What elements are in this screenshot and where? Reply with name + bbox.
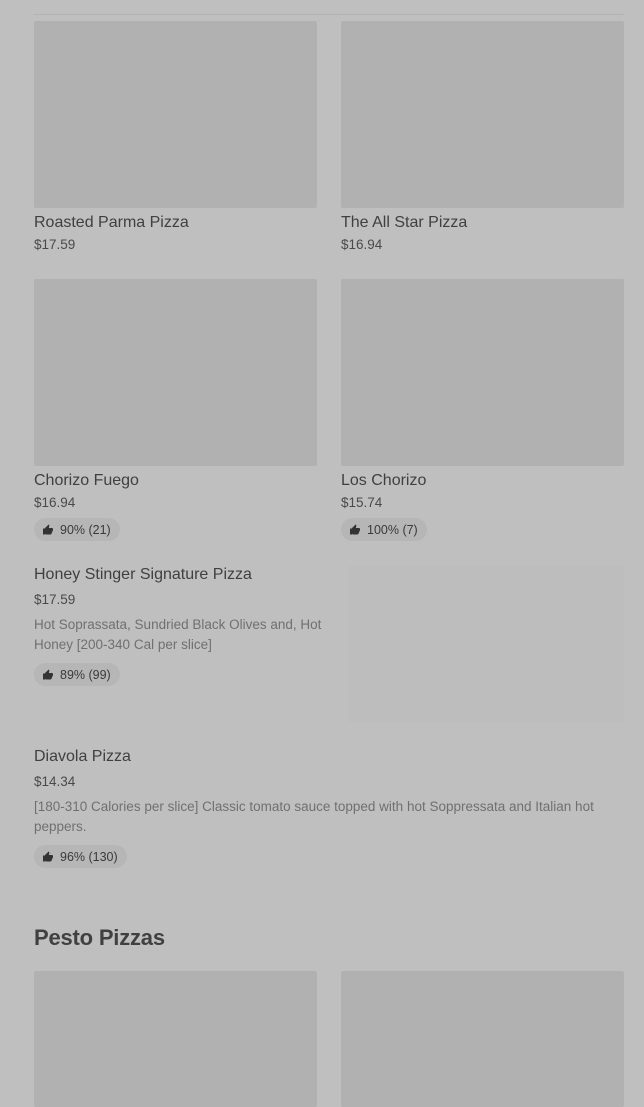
- menu-item-card[interactable]: Roasted Parma Pizza $17.59: [34, 21, 317, 254]
- rating-text: 100% (7): [367, 522, 418, 537]
- item-name: Chorizo Fuego: [34, 472, 139, 489]
- item-image: [341, 21, 624, 208]
- rating-badge: 100% (7): [341, 518, 427, 541]
- item-name: Roasted Parma Pizza: [34, 214, 189, 231]
- item-price: $17.59: [34, 237, 76, 252]
- thumbs-up-icon: [43, 524, 53, 534]
- item-price: $16.94: [34, 495, 76, 510]
- menu-item-card[interactable]: [34, 971, 317, 1107]
- menu-list-item[interactable]: Diavola Pizza $14.34 [180-310 Calories p…: [34, 747, 624, 868]
- divider: [34, 14, 624, 15]
- item-image: [34, 279, 317, 466]
- item-image: [341, 971, 624, 1107]
- thumbs-up-icon: [43, 851, 53, 861]
- rating-badge: 89% (99): [34, 663, 120, 686]
- rating-badge: 96% (130): [34, 845, 127, 868]
- item-name: The All Star Pizza: [341, 214, 468, 231]
- menu-item-card[interactable]: Los Chorizo $15.74 100% (7): [341, 279, 624, 541]
- item-name: Diavola Pizza: [34, 748, 131, 765]
- menu-page: Roasted Parma Pizza $17.59 The All Star …: [0, 0, 644, 1107]
- rating-text: 90% (21): [60, 522, 111, 537]
- item-image[interactable]: [348, 566, 624, 722]
- rating-badge: 90% (21): [34, 518, 120, 541]
- item-description: [180-310 Calories per slice] Classic tom…: [34, 799, 594, 834]
- item-description: Hot Soprassata, Sundried Black Olives an…: [34, 617, 322, 652]
- item-image: [341, 279, 624, 466]
- thumbs-up-icon: [350, 524, 360, 534]
- item-price: $14.34: [34, 774, 76, 789]
- thumbs-up-icon: [43, 669, 53, 679]
- section-title: Pesto Pizzas: [34, 925, 165, 950]
- menu-item-card[interactable]: Chorizo Fuego $16.94 90% (21): [34, 279, 317, 541]
- item-image: [34, 21, 317, 208]
- item-image: [34, 971, 317, 1107]
- menu-item-card[interactable]: [341, 971, 624, 1107]
- rating-text: 96% (130): [60, 849, 118, 864]
- menu-item-card[interactable]: The All Star Pizza $16.94: [341, 21, 624, 254]
- item-price: $16.94: [341, 237, 383, 252]
- item-price: $15.74: [341, 495, 383, 510]
- item-name: Honey Stinger Signature Pizza: [34, 566, 252, 583]
- item-name: Los Chorizo: [341, 472, 427, 489]
- item-price: $17.59: [34, 592, 76, 607]
- rating-text: 89% (99): [60, 667, 111, 682]
- menu-list-item[interactable]: Honey Stinger Signature Pizza $17.59 Hot…: [34, 565, 324, 686]
